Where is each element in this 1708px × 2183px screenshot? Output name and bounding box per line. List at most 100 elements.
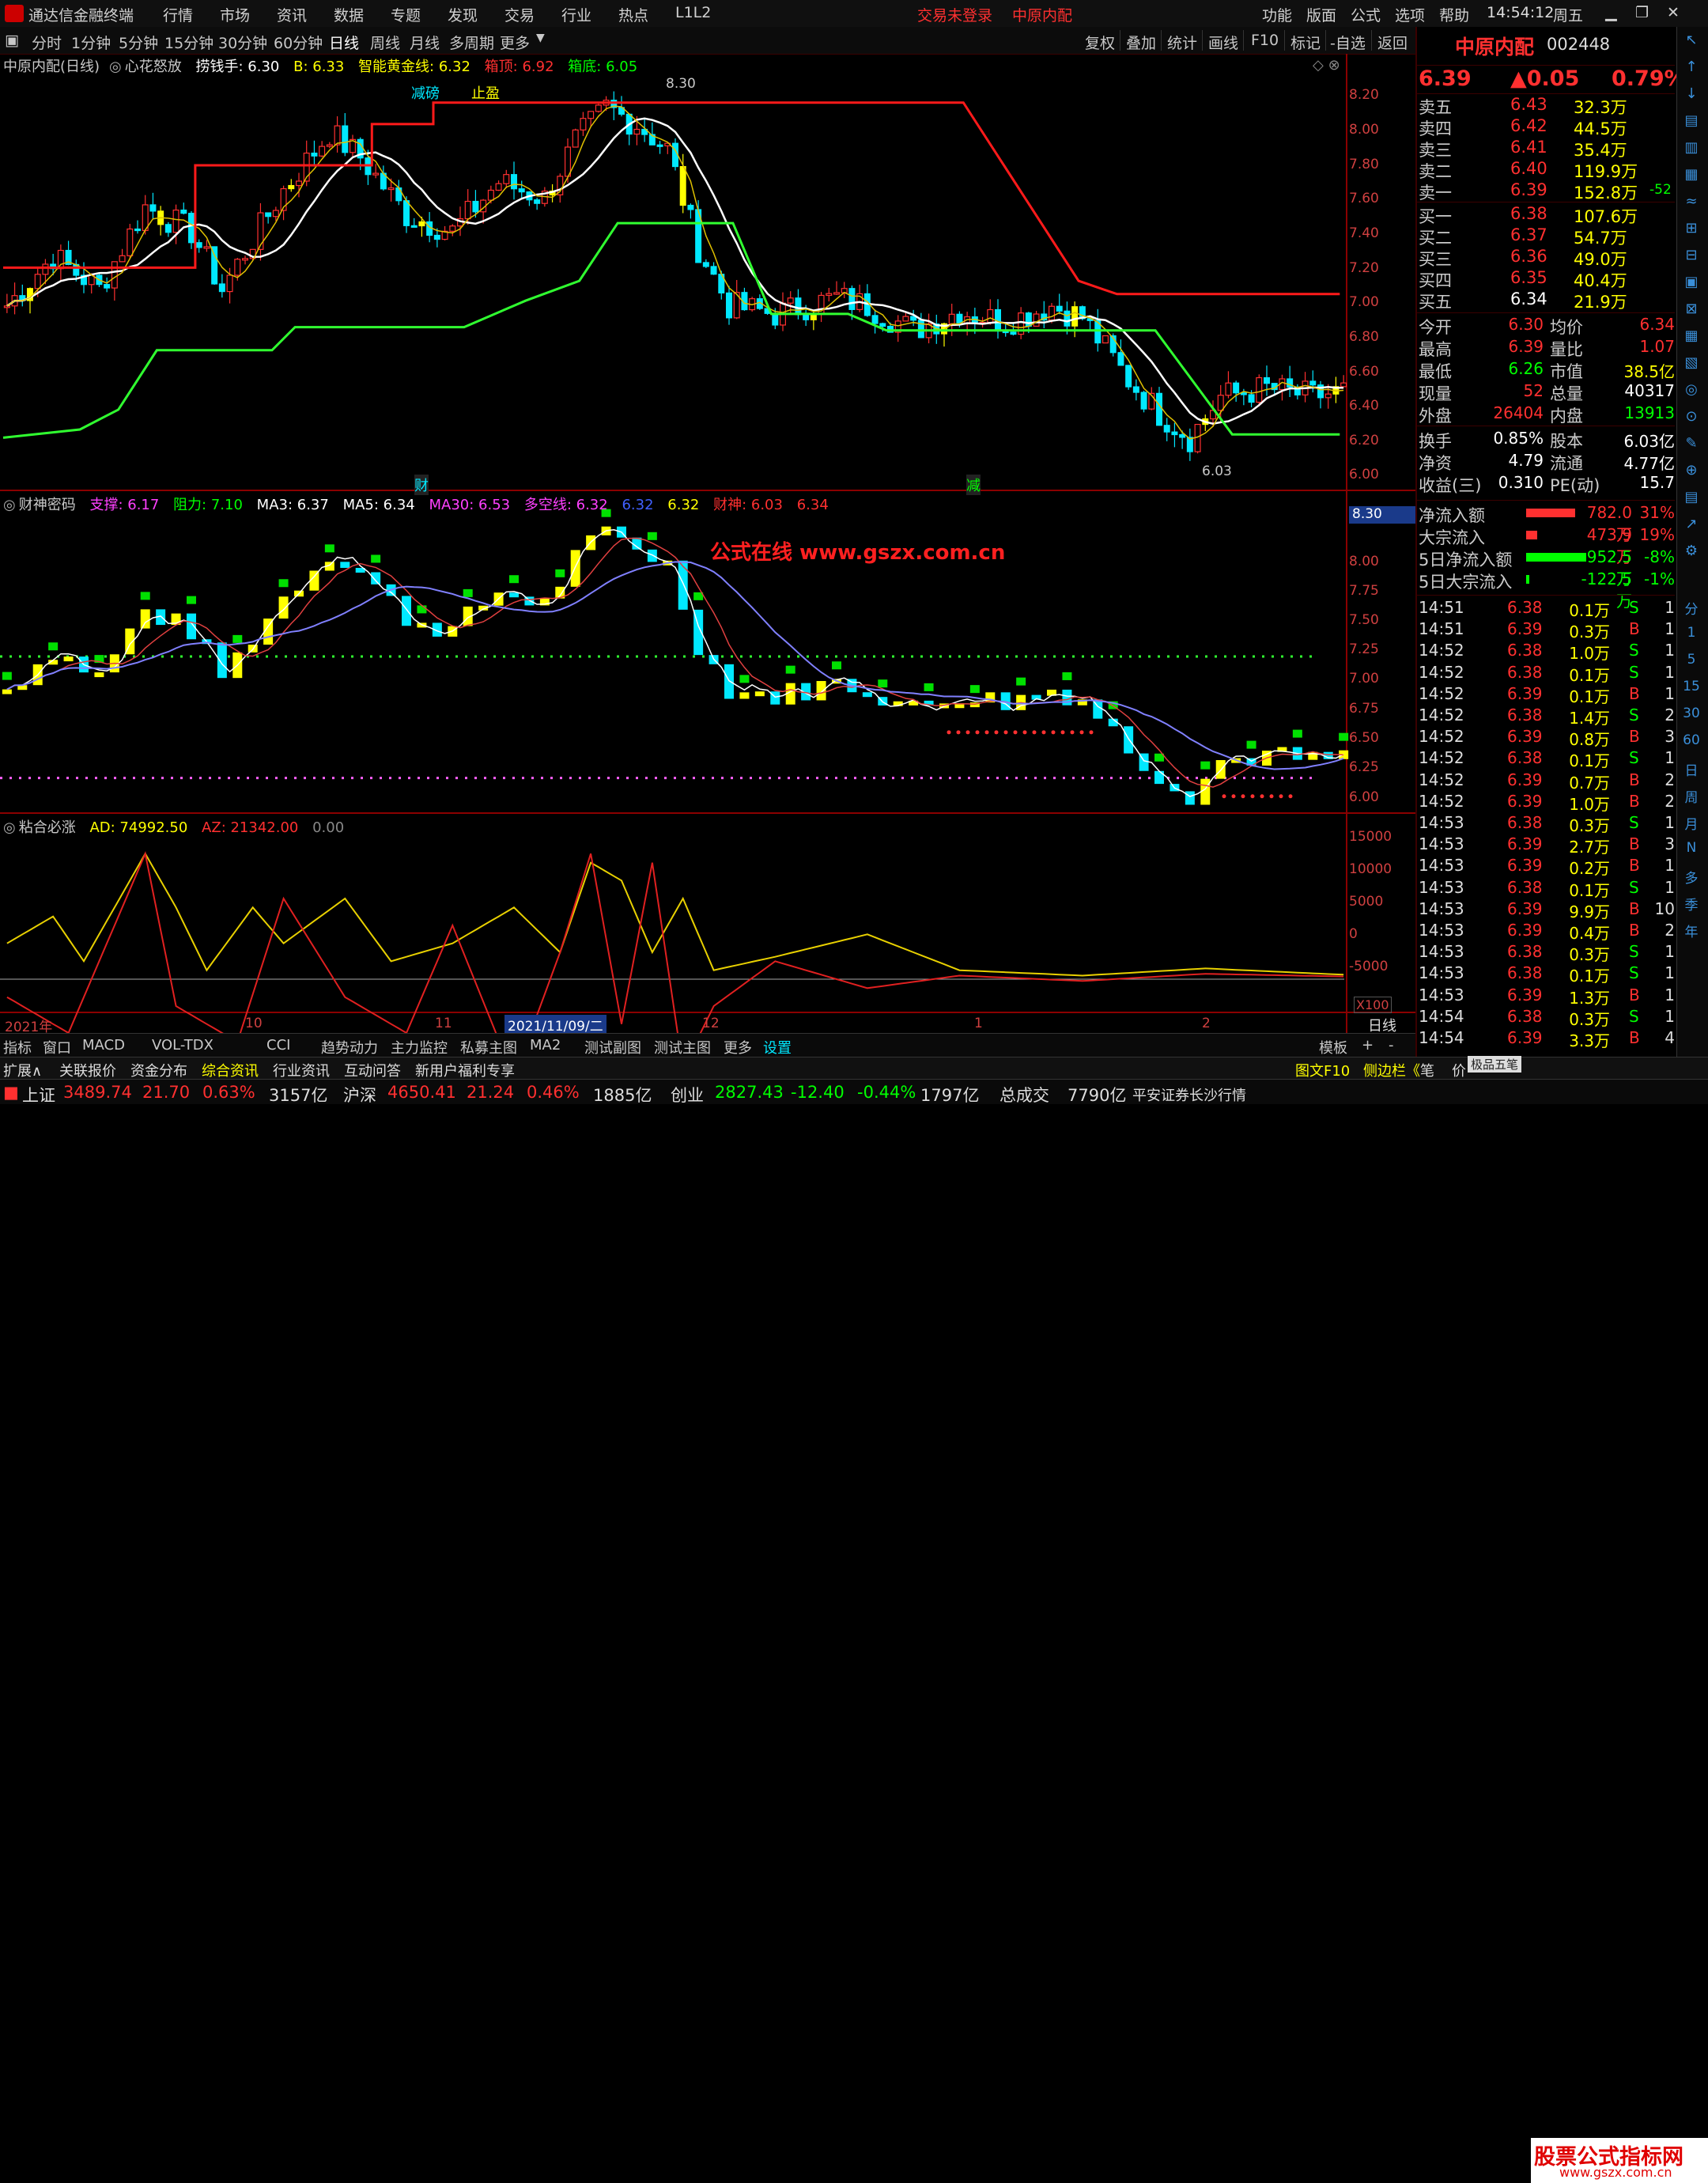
info-tab-0[interactable]: 扩展∧ [3, 1060, 42, 1080]
side-period-7[interactable]: 周 [1680, 786, 1703, 808]
f10-button[interactable]: F10 [1251, 32, 1279, 49]
tab-15min[interactable]: 15分钟 [164, 32, 214, 53]
indicator-tab-8[interactable]: MA2 [530, 1037, 561, 1054]
side-period-3[interactable]: 15 [1680, 679, 1703, 701]
tab-30min[interactable]: 30分钟 [218, 32, 267, 53]
tab-5min[interactable]: 5分钟 [119, 32, 158, 53]
diejia-button[interactable]: 叠加 [1126, 32, 1156, 53]
side-tool-icon[interactable]: ◎ [1680, 381, 1703, 403]
side-tool-icon[interactable]: ↖ [1680, 32, 1703, 54]
tab-60min[interactable]: 60分钟 [274, 32, 323, 53]
side-tool-icon[interactable]: ▣ [1680, 274, 1703, 296]
info-tab-5[interactable]: 互动问答 [344, 1060, 401, 1080]
side-tool-icon[interactable]: ⊠ [1680, 301, 1703, 323]
menu-item-zhuanti[interactable]: 专题 [391, 4, 421, 25]
indicator-tab-5[interactable]: 趋势动力 [321, 1037, 378, 1057]
biaoji-button[interactable]: 标记 [1290, 32, 1321, 53]
info-tab-6[interactable]: 新用户福利专享 [415, 1060, 515, 1080]
side-period-8[interactable]: 月 [1680, 813, 1703, 835]
close-icon[interactable]: ✕ [1667, 4, 1680, 21]
indicator-tab-0[interactable]: 指标 [3, 1037, 32, 1057]
side-tool-icon[interactable]: ⚙ [1680, 543, 1703, 565]
indicator-toggle-icon[interactable]: ◎ [109, 59, 122, 75]
chevron-down-icon[interactable]: ▼ [536, 32, 545, 44]
menu-item-shuju[interactable]: 数据 [334, 4, 364, 25]
template-button[interactable]: 模板 [1319, 1037, 1347, 1057]
info-tab-3[interactable]: 综合资讯 [202, 1060, 259, 1080]
side-tool-icon[interactable]: ⊞ [1680, 220, 1703, 242]
tab-1min[interactable]: 1分钟 [71, 32, 111, 53]
back-button[interactable]: 返回 [1377, 32, 1408, 53]
indicator-tab-9[interactable]: 测试副图 [584, 1037, 641, 1057]
side-tool-icon[interactable]: ▧ [1680, 354, 1703, 376]
panel-options-icon[interactable]: ◇ ⊗ [1313, 57, 1340, 74]
side-period-0[interactable]: 分 [1680, 598, 1703, 620]
panel3-name[interactable]: 粘合必涨 [19, 819, 76, 836]
tab-weekly[interactable]: 周线 [370, 32, 400, 53]
chart-area[interactable] [0, 54, 1415, 1033]
indicator-tab-1[interactable]: 窗口 [43, 1037, 71, 1057]
indicator-tab-7[interactable]: 私募主图 [460, 1037, 517, 1057]
add-favorite-button[interactable]: -自选 [1330, 32, 1366, 53]
panel-toggle-icon[interactable]: ▣ [5, 32, 19, 49]
menu-item-gongneng[interactable]: 功能 [1262, 4, 1292, 25]
side-tool-icon[interactable]: ↑ [1680, 59, 1703, 81]
menu-item-zixun[interactable]: 资讯 [277, 4, 307, 25]
side-tool-icon[interactable]: ✎ [1680, 435, 1703, 457]
panel2-name[interactable]: 财神密码 [19, 497, 76, 513]
indicator-tab-6[interactable]: 主力监控 [391, 1037, 448, 1057]
remove-button[interactable]: - [1389, 1037, 1394, 1054]
menu-item-l1l2[interactable]: L1L2 [675, 4, 711, 21]
indicator-toggle-icon[interactable]: ◎ [3, 819, 16, 836]
menu-item-banmian[interactable]: 版面 [1306, 4, 1336, 25]
menu-item-xuanxiang[interactable]: 选项 [1395, 4, 1425, 25]
side-tool-icon[interactable]: ▤ [1680, 112, 1703, 134]
tab-fenshi[interactable]: 分时 [32, 32, 62, 53]
indicator-tab-12[interactable]: 设置 [763, 1037, 792, 1057]
side-tool-icon[interactable]: ⊙ [1680, 408, 1703, 430]
side-tool-icon[interactable]: ▥ [1680, 139, 1703, 161]
f10-tab[interactable]: 图文F10 [1295, 1060, 1350, 1080]
side-period-12[interactable]: 年 [1680, 921, 1703, 943]
tab-multi-period[interactable]: 多周期 [449, 32, 494, 53]
menu-item-redian[interactable]: 热点 [618, 4, 648, 25]
main-indicator-name[interactable]: 心花怒放 [125, 59, 182, 75]
side-period-4[interactable]: 30 [1680, 706, 1703, 728]
side-tool-icon[interactable]: ↓ [1680, 85, 1703, 108]
indicator-tab-10[interactable]: 测试主图 [654, 1037, 711, 1057]
tab-more[interactable]: 更多 [500, 32, 530, 53]
indicator-tab-4[interactable]: CCI [266, 1037, 290, 1054]
menu-item-bangzhu[interactable]: 帮助 [1439, 4, 1469, 25]
huaxian-button[interactable]: 画线 [1208, 32, 1238, 53]
side-tool-icon[interactable]: ↗ [1680, 516, 1703, 538]
side-tool-icon[interactable]: ⊕ [1680, 462, 1703, 484]
side-period-11[interactable]: 季 [1680, 894, 1703, 916]
minimize-icon[interactable]: ▁ [1605, 4, 1617, 21]
indicator-toggle-icon[interactable]: ◎ [3, 497, 16, 513]
side-tool-icon[interactable]: ⊟ [1680, 247, 1703, 269]
jia-tab[interactable]: 价 [1452, 1060, 1466, 1080]
indicator-tab-11[interactable]: 更多 [724, 1037, 752, 1057]
side-period-6[interactable]: 日 [1680, 759, 1703, 781]
bi-tab[interactable]: 笔 [1420, 1060, 1434, 1080]
side-period-2[interactable]: 5 [1680, 652, 1703, 674]
menu-item-hangye[interactable]: 行业 [561, 4, 591, 25]
indicator-tab-2[interactable]: MACD [82, 1037, 125, 1054]
side-period-10[interactable]: 多 [1680, 867, 1703, 889]
info-tab-1[interactable]: 关联报价 [59, 1060, 116, 1080]
trade-status[interactable]: 交易未登录 [917, 4, 992, 25]
info-tab-2[interactable]: 资金分布 [130, 1060, 187, 1080]
menu-item-shichang[interactable]: 市场 [220, 4, 250, 25]
sidebar-toggle[interactable]: 侧边栏《 [1363, 1060, 1420, 1080]
side-period-1[interactable]: 1 [1680, 625, 1703, 647]
tongji-button[interactable]: 统计 [1167, 32, 1197, 53]
side-tool-icon[interactable]: ▤ [1680, 489, 1703, 511]
add-button[interactable]: + [1362, 1037, 1374, 1054]
side-period-9[interactable]: N [1680, 840, 1703, 862]
tab-monthly[interactable]: 月线 [410, 32, 440, 53]
fuquan-button[interactable]: 复权 [1085, 32, 1115, 53]
menu-item-faxian[interactable]: 发现 [448, 4, 478, 25]
restore-icon[interactable]: ❐ [1635, 4, 1649, 21]
menu-item-hangqing[interactable]: 行情 [163, 4, 193, 25]
side-period-5[interactable]: 60 [1680, 732, 1703, 755]
